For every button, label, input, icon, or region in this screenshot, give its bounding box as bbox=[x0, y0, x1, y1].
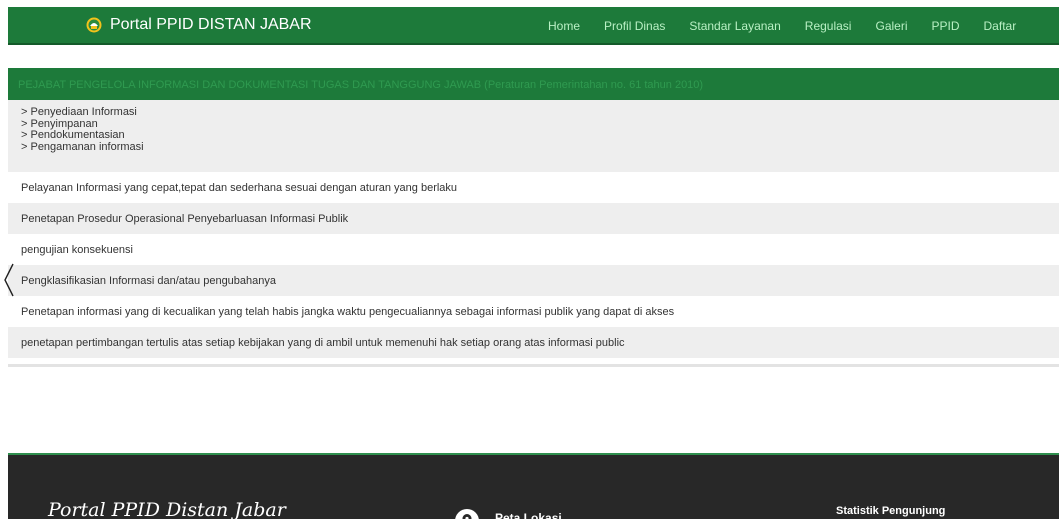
footer-brand: Portal PPID Distan Jabar bbox=[48, 499, 286, 519]
duty-list-row: > Penyediaan Informasi > Penyimpanan > P… bbox=[8, 100, 1059, 172]
table-row: Pengklasifikasian Informasi dan/atau pen… bbox=[8, 265, 1059, 296]
table-row: pengujian konsekuensi bbox=[8, 234, 1059, 265]
list-item: > Pendokumentasian bbox=[21, 129, 125, 141]
list-item: > Penyediaan Informasi bbox=[21, 106, 137, 118]
divider bbox=[8, 364, 1059, 367]
footer: Portal PPID Distan Jabar Peta Lokasi Sta… bbox=[8, 453, 1059, 519]
table-row: Penetapan Prosedur Operasional Penyebarl… bbox=[8, 203, 1059, 234]
table-row: Pelayanan Informasi yang cepat,tepat dan… bbox=[8, 172, 1059, 203]
duties-table: PEJABAT PENGELOLA INFORMASI DAN DOKUMENT… bbox=[8, 68, 1059, 367]
table-row: penetapan pertimbangan tertulis atas set… bbox=[8, 327, 1059, 358]
list-item: > Penyimpanan bbox=[21, 117, 98, 130]
nav-galeri[interactable]: Galeri bbox=[875, 19, 907, 33]
nav-regulasi[interactable]: Regulasi bbox=[805, 19, 852, 33]
nav-home[interactable]: Home bbox=[548, 19, 580, 33]
nav-profil-dinas[interactable]: Profil Dinas bbox=[604, 19, 665, 33]
list-item: > Pengamanan informasi bbox=[21, 140, 144, 153]
visitor-stats-title: Statistik Pengunjung bbox=[836, 505, 946, 517]
map-pin-icon bbox=[455, 509, 479, 519]
seal-logo-icon bbox=[86, 17, 102, 33]
nav-ppid[interactable]: PPID bbox=[932, 19, 960, 33]
nav-standar-layanan[interactable]: Standar Layanan bbox=[689, 19, 780, 33]
table-row: Penetapan informasi yang di kecualikan y… bbox=[8, 296, 1059, 327]
nav-daftar[interactable]: Daftar bbox=[984, 19, 1017, 33]
nav-menu: Home Profil Dinas Standar Layanan Regula… bbox=[548, 19, 1040, 33]
map-location-link[interactable]: Peta Lokasi bbox=[495, 511, 562, 519]
brand-link[interactable]: Portal PPID DISTAN JABAR bbox=[86, 16, 312, 34]
section-header: PEJABAT PENGELOLA INFORMASI DAN DOKUMENT… bbox=[8, 68, 1059, 100]
chevron-left-icon[interactable] bbox=[3, 263, 15, 297]
brand-title: Portal PPID DISTAN JABAR bbox=[110, 16, 312, 33]
navbar: Portal PPID DISTAN JABAR Home Profil Din… bbox=[8, 7, 1059, 45]
